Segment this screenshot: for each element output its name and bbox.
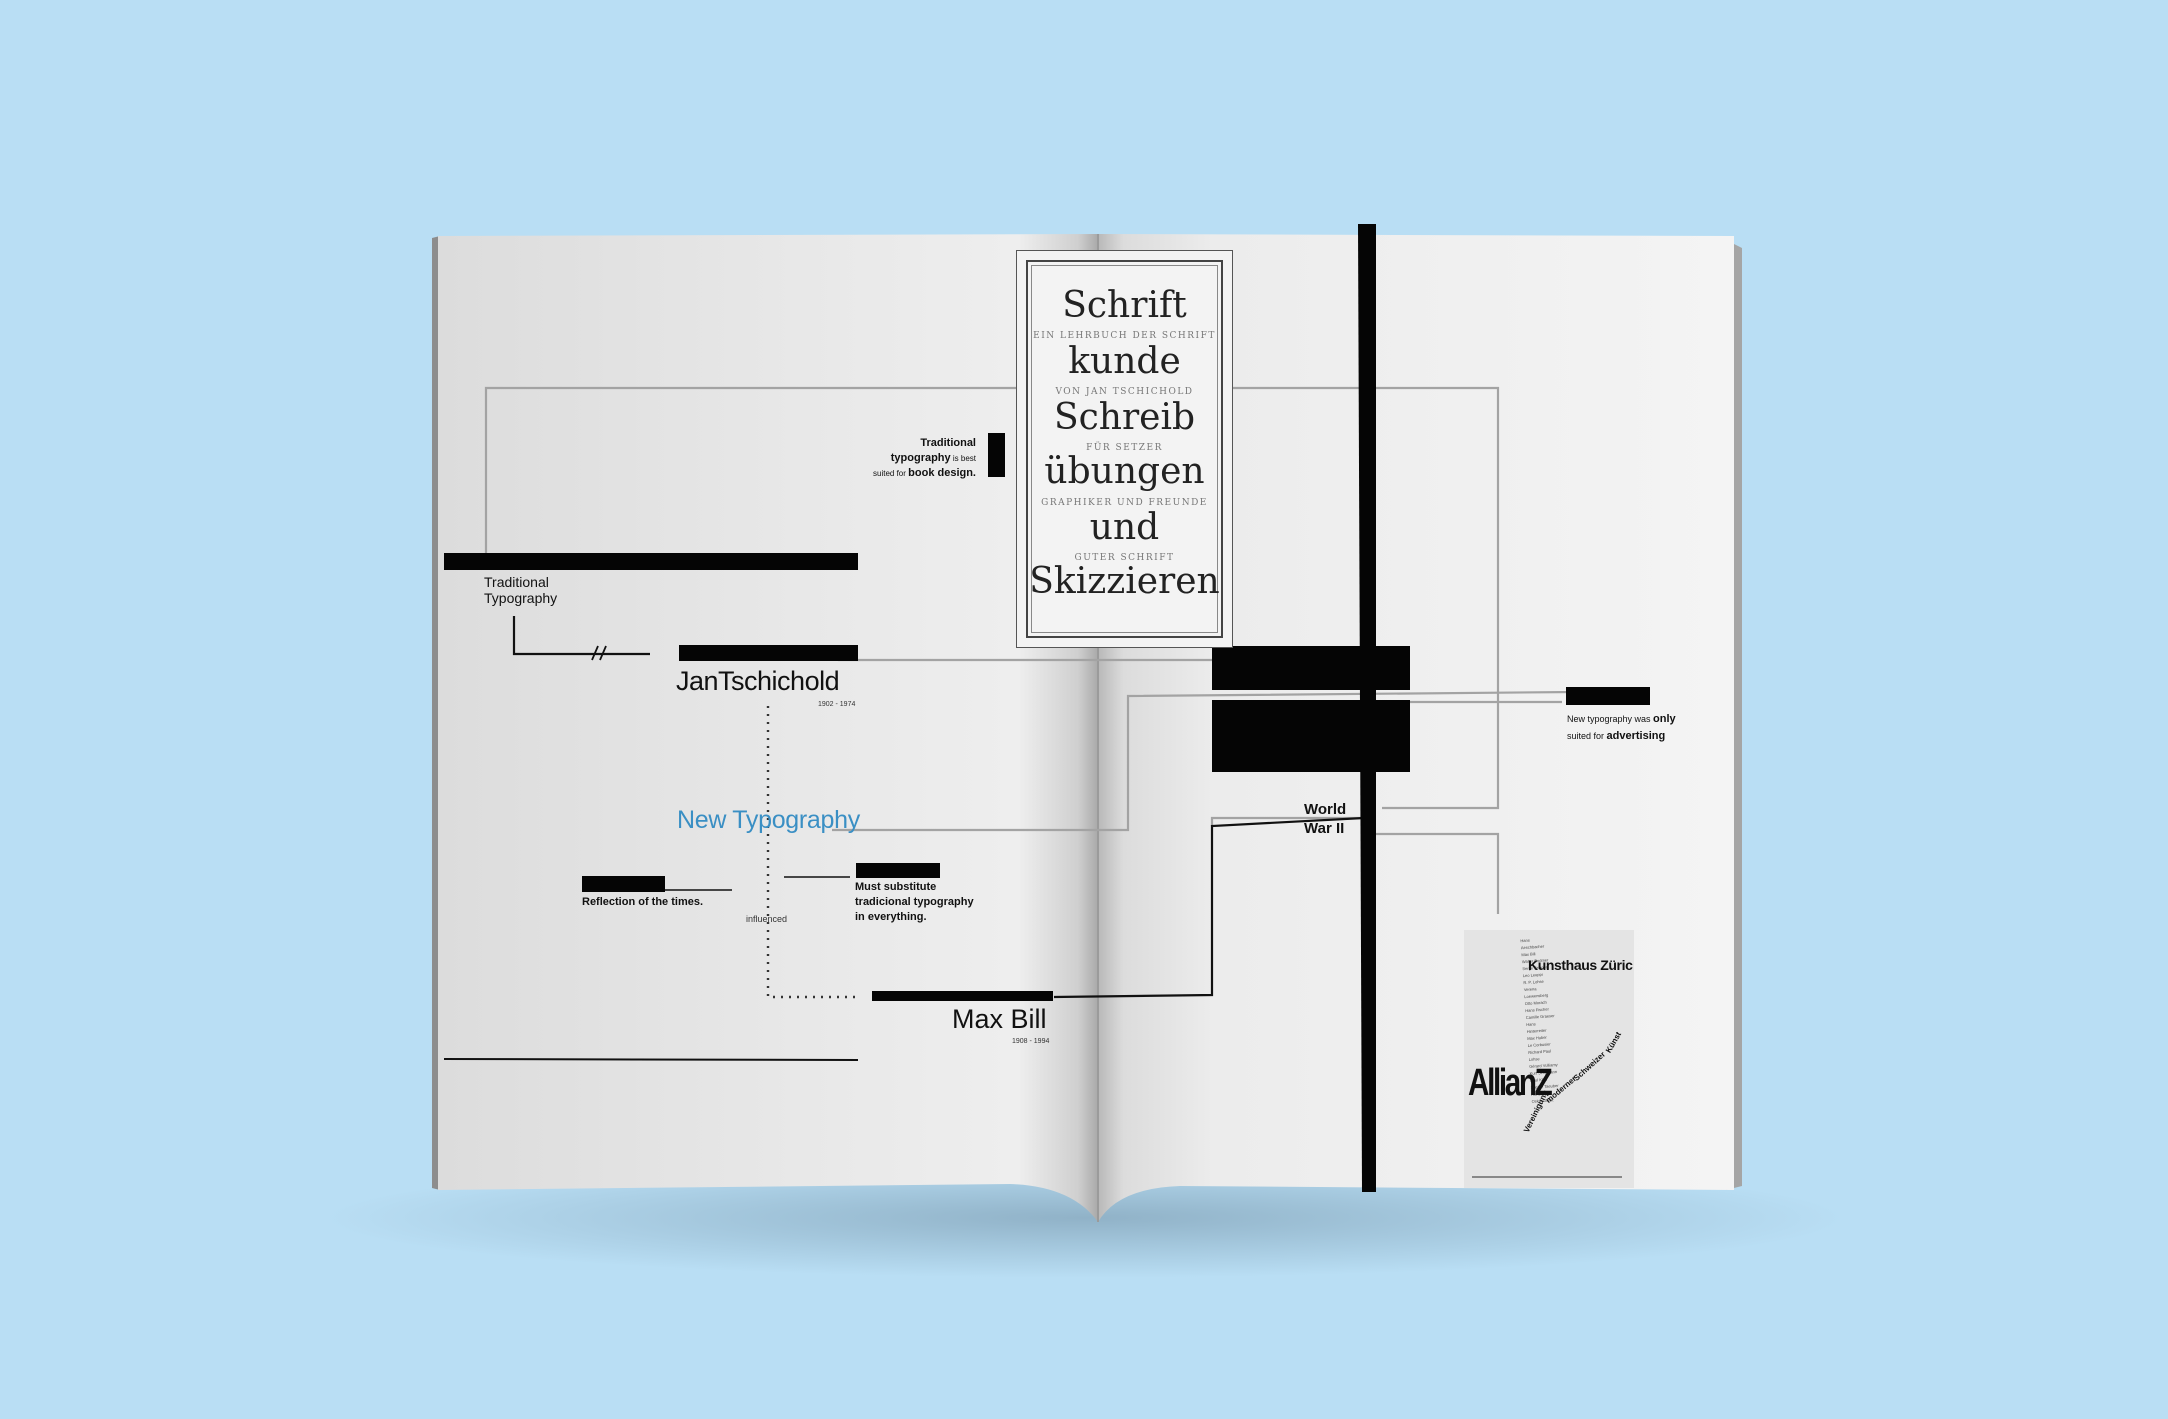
cover-word-3: Schreib: [1053, 397, 1196, 438]
ww2-block-bottom: [1212, 700, 1410, 772]
magazine-spread: [325, 224, 1845, 1278]
cover-sub-2: VON JAN TSCHICHOLD: [1055, 387, 1194, 397]
cover-word-1: Schrift: [1062, 285, 1187, 326]
poster-footer-rule: [1472, 1176, 1622, 1178]
cover-word-2: kunde: [1068, 341, 1181, 382]
trad-note-line3-bold: book design.: [908, 467, 976, 479]
influenced-label: influenced: [746, 914, 788, 924]
book-design-note: Traditional typography is best suited fo…: [870, 436, 976, 481]
cover-sub-1: EIN LEHRBUCH DER SCHRIFT: [1033, 331, 1216, 341]
advertising-bar: [1566, 687, 1650, 705]
jan-tschichold-name: JanTschichold: [676, 666, 840, 696]
adv-note-line2: suited for: [1567, 731, 1607, 741]
max-bill-bar: [872, 991, 1053, 1001]
poster-diagonal-4: Künst: [1604, 1030, 1624, 1055]
adv-note-line1: New typography was: [1567, 714, 1654, 724]
trad-note-line2-bold: typography: [890, 452, 951, 464]
allianz-poster-image: Hans Aeschbacher Max Bill Walter Bodmer Ser…: [1464, 930, 1634, 1188]
cover-word-6: Skizzieren: [1029, 561, 1220, 602]
book-cover-image: Schrift EIN LEHRBUCH DER SCHRIFT kunde V…: [1016, 250, 1233, 648]
advertising-note: New typography was only suited for adver…: [1567, 710, 1676, 744]
world-war-ii-label: World War II: [1304, 801, 1347, 837]
trad-note-line3: suited for: [873, 469, 909, 478]
cover-word-5: und: [1089, 507, 1160, 548]
ww2-block-top: [1212, 646, 1410, 690]
cover-word-4: übungen: [1044, 451, 1205, 492]
must-substitute-label: Must substitute tradicional typography i…: [855, 881, 974, 923]
bottom-rule: [443, 1058, 859, 1061]
must-substitute-bar: [856, 863, 940, 878]
adv-note-line1-bold: only: [1653, 713, 1676, 725]
reflection-bar: [582, 876, 665, 892]
reflection-label: Reflection of the times.: [582, 896, 704, 908]
book-design-bar: [988, 433, 1005, 477]
traditional-typography-label: Traditional Typography: [484, 574, 558, 606]
new-typography-label: New Typography: [677, 806, 860, 834]
jan-tschichold-years: 1902 - 1974: [818, 701, 856, 708]
traditional-typography-bar: [444, 553, 858, 570]
max-bill-name: Max Bill: [952, 1004, 1047, 1034]
poster-diagonal-3: Schweizer: [1572, 1049, 1608, 1083]
max-bill-years: 1908 - 1994: [1012, 1038, 1050, 1045]
left-page: [438, 234, 1098, 1222]
poster-title: Kunsthaus Züric: [1528, 957, 1633, 973]
trad-note-line2: is best: [950, 454, 976, 463]
trad-note-line1: Traditional: [920, 437, 976, 449]
jan-tschichold-bar: [679, 645, 858, 661]
adv-note-line2-bold: advertising: [1606, 730, 1666, 742]
